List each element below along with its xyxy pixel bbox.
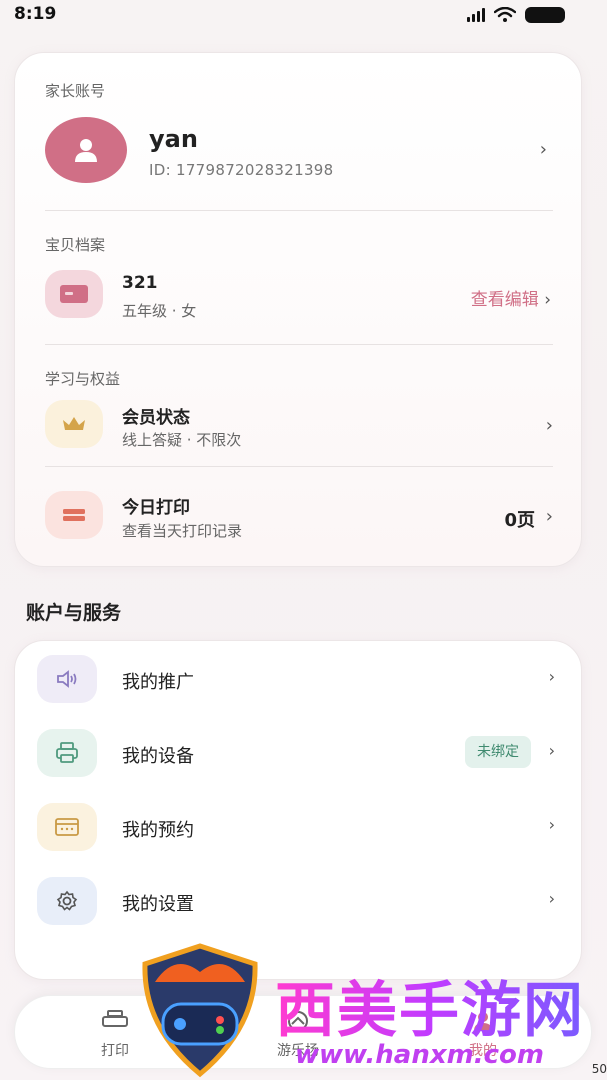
service-label: 我的设置 bbox=[122, 894, 194, 915]
print-icon bbox=[45, 491, 103, 539]
speaker-icon bbox=[37, 655, 97, 703]
print-count: 0页 bbox=[504, 510, 535, 531]
signal-icon bbox=[467, 8, 485, 22]
user-id: ID: 1779872028321398 bbox=[149, 161, 334, 179]
watermark-url: www.hanxm.com bbox=[295, 1040, 544, 1070]
baby-detail: 五年级 · 女 bbox=[122, 302, 197, 320]
services-header: 账户与服务 bbox=[26, 602, 122, 624]
print-today-title: 今日打印 bbox=[122, 498, 190, 518]
profile-card: 家长账号 yan ID: 1779872028321398 › 宝贝档案 321… bbox=[14, 52, 582, 567]
service-item-device[interactable]: 我的设备 未绑定 › bbox=[15, 729, 583, 793]
membership-title: 会员状态 bbox=[122, 408, 190, 428]
gear-icon bbox=[37, 877, 97, 925]
chevron-right-icon: › bbox=[548, 741, 555, 760]
print-chevron-icon: › bbox=[545, 506, 553, 527]
service-item-appointment[interactable]: 我的预约 › bbox=[15, 803, 583, 867]
avatar[interactable] bbox=[45, 117, 127, 183]
view-edit-link[interactable]: 查看编辑 › bbox=[471, 285, 551, 310]
print-today-sub: 查看当天打印记录 bbox=[122, 522, 243, 540]
status-bar: 8:19 bbox=[0, 0, 607, 30]
baby-profile-label: 宝贝档案 bbox=[45, 236, 106, 254]
corner-number: 50 bbox=[591, 1062, 607, 1076]
watermark-text: 西美手游网 bbox=[275, 962, 585, 1049]
services-card: 我的推广 › 我的设备 未绑定 › 我的预约 › 我的设置 › bbox=[14, 640, 582, 980]
status-time: 8:19 bbox=[14, 4, 57, 24]
printer-icon bbox=[102, 1010, 128, 1027]
calendar-icon bbox=[37, 803, 97, 851]
user-name: yan bbox=[149, 125, 198, 153]
unbound-badge: 未绑定 bbox=[465, 736, 531, 768]
learning-label: 学习与权益 bbox=[45, 370, 121, 388]
chevron-right-icon: › bbox=[548, 667, 555, 686]
battery-icon bbox=[525, 7, 565, 23]
view-edit-label: 查看编辑 bbox=[470, 290, 539, 310]
user-icon bbox=[75, 139, 97, 162]
divider bbox=[45, 210, 553, 211]
divider bbox=[45, 466, 553, 467]
baby-name: 321 bbox=[122, 273, 158, 293]
account-chevron-icon[interactable]: › bbox=[540, 139, 547, 160]
membership-chevron-icon: › bbox=[545, 415, 553, 436]
membership-sub: 线上答疑 · 不限次 bbox=[122, 431, 242, 449]
service-label: 我的预约 bbox=[122, 820, 194, 841]
chevron-right-icon: › bbox=[548, 889, 555, 908]
baby-card-icon bbox=[45, 270, 103, 318]
printer-icon bbox=[37, 729, 97, 777]
chevron-right-icon: › bbox=[548, 815, 555, 834]
crown-icon bbox=[45, 400, 103, 448]
service-item-settings[interactable]: 我的设置 › bbox=[15, 877, 583, 941]
divider bbox=[45, 344, 553, 345]
service-label: 我的设备 bbox=[122, 746, 194, 767]
parent-account-label: 家长账号 bbox=[45, 82, 106, 100]
service-label: 我的推广 bbox=[122, 672, 194, 693]
game-logo-icon bbox=[142, 943, 258, 1078]
wifi-icon bbox=[494, 7, 516, 22]
watermark: 西美手游网 www.hanxm.com bbox=[135, 942, 607, 1080]
service-item-promotion[interactable]: 我的推广 › bbox=[15, 655, 583, 719]
status-icons bbox=[467, 7, 565, 23]
